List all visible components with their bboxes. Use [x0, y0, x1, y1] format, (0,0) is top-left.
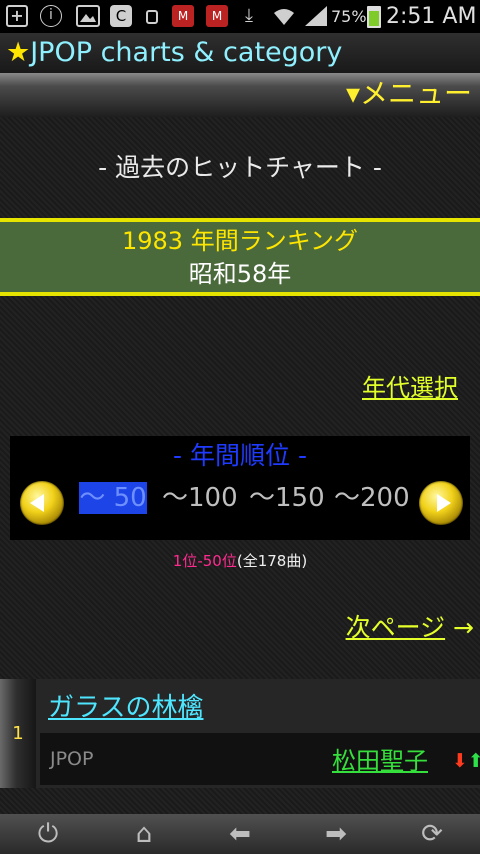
next-range-button[interactable]: [419, 481, 463, 525]
song-list-item[interactable]: 1 ガラスの林檎 JPOP 松田聖子 ⬇⬆: [0, 679, 480, 788]
range-label: 1位-50位: [172, 552, 237, 570]
prev-range-button[interactable]: [20, 481, 64, 525]
app-title-text: JPOP charts & category: [30, 37, 343, 68]
song-genre: JPOP: [50, 748, 94, 770]
section-heading: - 過去のヒットチャート -: [98, 153, 382, 182]
rank-range-nav: - 年間順位 - ～ 50 ～100 ～150 ～200: [10, 436, 470, 540]
signal-icon: [303, 5, 329, 27]
song-total: (全178曲): [236, 552, 308, 570]
refresh-icon: ⟳: [421, 819, 443, 849]
year-banner: 1983 年間ランキング 昭和58年: [0, 218, 480, 296]
forward-arrow-icon: ➡: [325, 819, 347, 849]
star-icon: ★: [6, 37, 31, 68]
trend-down-icon: ⬇: [452, 750, 468, 772]
arrow-right-icon: →: [445, 613, 474, 642]
range-info: 1位-50位(全178曲): [0, 551, 480, 571]
wifi-icon: [270, 5, 298, 27]
back-arrow-icon: ⬅: [229, 819, 251, 849]
next-page-link[interactable]: 次ページ →: [346, 608, 474, 644]
status-bar: + i C M M ⤓ 75% 2:51 AM: [0, 0, 480, 33]
decade-select-link[interactable]: 年代選択: [362, 368, 458, 403]
power-icon: ⏻: [37, 819, 59, 849]
clock-app-icon: C: [110, 5, 132, 27]
rank-nav-title: - 年間順位 -: [173, 441, 307, 470]
home-icon: ⌂: [135, 819, 153, 849]
home-button[interactable]: ⌂: [96, 814, 192, 854]
trend-icon: ⬇⬆: [452, 751, 480, 771]
back-button[interactable]: ⬅: [192, 814, 288, 854]
arrow-left-icon: [30, 494, 44, 512]
mcafee-icon: M: [172, 5, 194, 27]
image-icon: [76, 5, 100, 27]
range-tab-150[interactable]: ～150: [249, 482, 325, 514]
rank-number: 1: [12, 723, 24, 744]
menu-button[interactable]: ▾メニュー: [346, 73, 472, 115]
power-button[interactable]: ⏻: [0, 814, 96, 854]
sd-icon: [146, 10, 158, 24]
title-bar: ★JPOP charts & category: [0, 33, 480, 73]
info-icon: i: [40, 5, 62, 27]
range-tab-100[interactable]: ～100: [162, 482, 238, 514]
era-year: 昭和58年: [188, 260, 292, 288]
app-title: ★JPOP charts & category: [6, 33, 342, 73]
mcafee-icon: M: [206, 5, 228, 27]
range-tab-200[interactable]: ～200: [334, 482, 410, 514]
bottom-toolbar: ⏻ ⌂ ⬅ ➡ ⟳: [0, 814, 480, 854]
menu-bar: ▾メニュー: [0, 73, 480, 117]
battery-icon: [367, 6, 381, 28]
clock: 2:51 AM: [386, 4, 477, 29]
song-title-link[interactable]: ガラスの林檎: [48, 687, 203, 724]
refresh-button[interactable]: ⟳: [384, 814, 480, 854]
arrow-right-icon: [437, 494, 451, 512]
trend-up-icon: ⬆: [467, 750, 480, 772]
range-tab-50[interactable]: ～ 50: [79, 482, 147, 514]
battery-percentage: 75%: [331, 7, 367, 26]
plus-icon: +: [6, 5, 28, 27]
download-icon: ⤓: [245, 5, 253, 26]
song-meta: JPOP 松田聖子 ⬇⬆: [40, 733, 480, 785]
next-page-label: 次ページ: [345, 613, 446, 642]
year-ranking-title: 1983 年間ランキング: [122, 227, 358, 255]
artist-link[interactable]: 松田聖子: [332, 741, 428, 776]
forward-button[interactable]: ➡: [288, 814, 384, 854]
